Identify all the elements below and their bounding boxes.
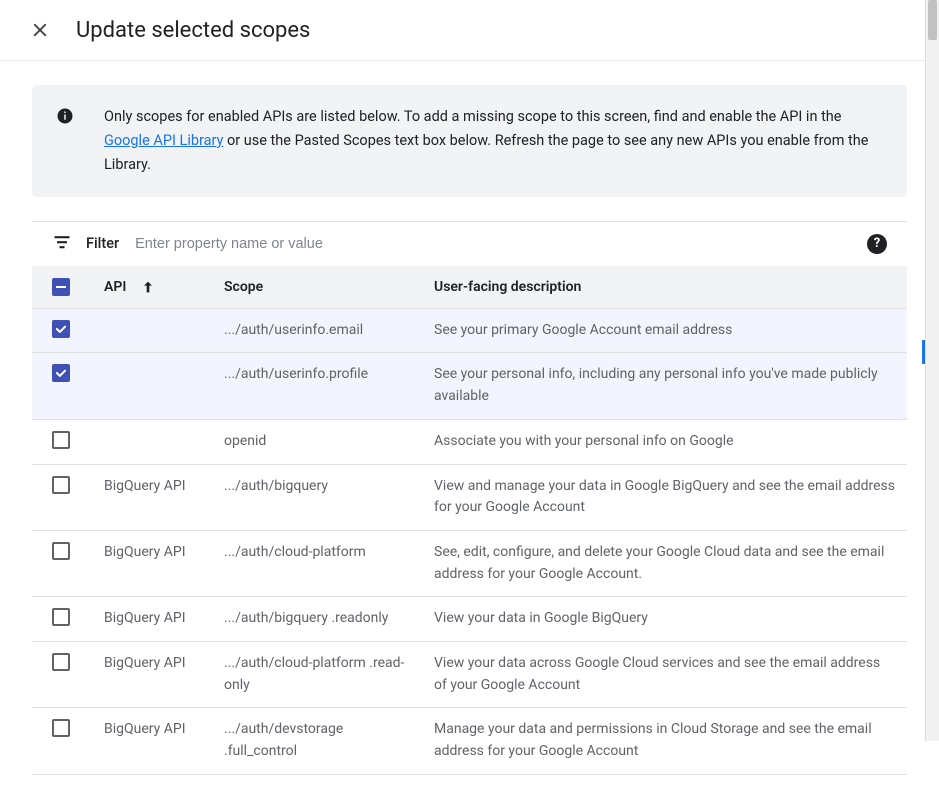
dialog-content: Only scopes for enabled APIs are listed … xyxy=(0,61,939,799)
cell-description: View and manage your data in Google BigQ… xyxy=(422,464,907,530)
row-checkbox[interactable] xyxy=(52,653,70,671)
select-all-checkbox[interactable] xyxy=(52,278,70,296)
row-checkbox[interactable] xyxy=(52,608,70,626)
cell-scope: .../auth/userinfo.email xyxy=(212,308,422,353)
table-row: BigQuery API.../auth/cloud-platformSee, … xyxy=(32,530,907,596)
cell-scope: openid xyxy=(212,419,422,464)
row-checkbox[interactable] xyxy=(52,364,70,382)
sort-arrow-icon xyxy=(140,279,156,295)
api-library-link[interactable]: Google API Library xyxy=(104,132,223,149)
scopes-table: API Scope User-facing description .../au… xyxy=(32,266,907,775)
table-row: BigQuery API.../auth/devstorage .full_co… xyxy=(32,708,907,774)
column-header-scope[interactable]: Scope xyxy=(212,266,422,309)
row-checkbox[interactable] xyxy=(52,320,70,338)
row-checkbox[interactable] xyxy=(52,431,70,449)
cell-scope: .../auth/bigquery xyxy=(212,464,422,530)
filter-input[interactable] xyxy=(133,235,853,253)
column-header-api[interactable]: API xyxy=(92,266,212,309)
help-icon[interactable]: ? xyxy=(867,234,887,254)
cell-description: See your primary Google Account email ad… xyxy=(422,308,907,353)
table-row: BigQuery API.../auth/bigquery .readonlyV… xyxy=(32,597,907,642)
row-checkbox[interactable] xyxy=(52,542,70,560)
cell-scope: .../auth/cloud-platform .read-only xyxy=(212,641,422,707)
cell-api: BigQuery API xyxy=(92,708,212,774)
cell-api: BigQuery API xyxy=(92,464,212,530)
cell-api: BigQuery API xyxy=(92,530,212,596)
cell-description: View your data across Google Cloud servi… xyxy=(422,641,907,707)
close-icon xyxy=(31,21,49,39)
cell-scope: .../auth/cloud-platform xyxy=(212,530,422,596)
cell-scope: .../auth/devstorage .full_control xyxy=(212,708,422,774)
filter-bar: Filter ? xyxy=(32,221,907,266)
column-header-description[interactable]: User-facing description xyxy=(422,266,907,309)
cell-description: Manage your data and permissions in Clou… xyxy=(422,708,907,774)
cell-description: See your personal info, including any pe… xyxy=(422,353,907,419)
row-checkbox[interactable] xyxy=(52,719,70,737)
filter-icon xyxy=(52,232,72,256)
table-row: BigQuery API.../auth/cloud-platform .rea… xyxy=(32,641,907,707)
info-banner: Only scopes for enabled APIs are listed … xyxy=(32,85,907,197)
scrollbar-track[interactable] xyxy=(925,0,939,741)
dialog-title: Update selected scopes xyxy=(76,18,310,43)
dialog-header: Update selected scopes xyxy=(0,0,939,61)
cell-description: See, edit, configure, and delete your Go… xyxy=(422,530,907,596)
table-row: .../auth/userinfo.profileSee your person… xyxy=(32,353,907,419)
cell-api: BigQuery API xyxy=(92,641,212,707)
cell-description: View your data in Google BigQuery xyxy=(422,597,907,642)
table-row: BigQuery API.../auth/bigqueryView and ma… xyxy=(32,464,907,530)
scrollbar-thumb[interactable] xyxy=(928,0,937,40)
cell-api: BigQuery API xyxy=(92,597,212,642)
table-header-row: API Scope User-facing description xyxy=(32,266,907,309)
row-checkbox[interactable] xyxy=(52,476,70,494)
cell-description: Associate you with your personal info on… xyxy=(422,419,907,464)
info-icon xyxy=(56,107,74,177)
close-button[interactable] xyxy=(24,14,56,46)
table-row: openidAssociate you with your personal i… xyxy=(32,419,907,464)
scroll-accent xyxy=(922,340,925,364)
cell-api xyxy=(92,419,212,464)
cell-scope: .../auth/userinfo.profile xyxy=(212,353,422,419)
filter-label: Filter xyxy=(86,235,119,252)
table-row: .../auth/userinfo.emailSee your primary … xyxy=(32,308,907,353)
info-text-before: Only scopes for enabled APIs are listed … xyxy=(104,108,841,125)
cell-api xyxy=(92,308,212,353)
cell-api xyxy=(92,353,212,419)
info-text: Only scopes for enabled APIs are listed … xyxy=(104,105,883,177)
cell-scope: .../auth/bigquery .readonly xyxy=(212,597,422,642)
